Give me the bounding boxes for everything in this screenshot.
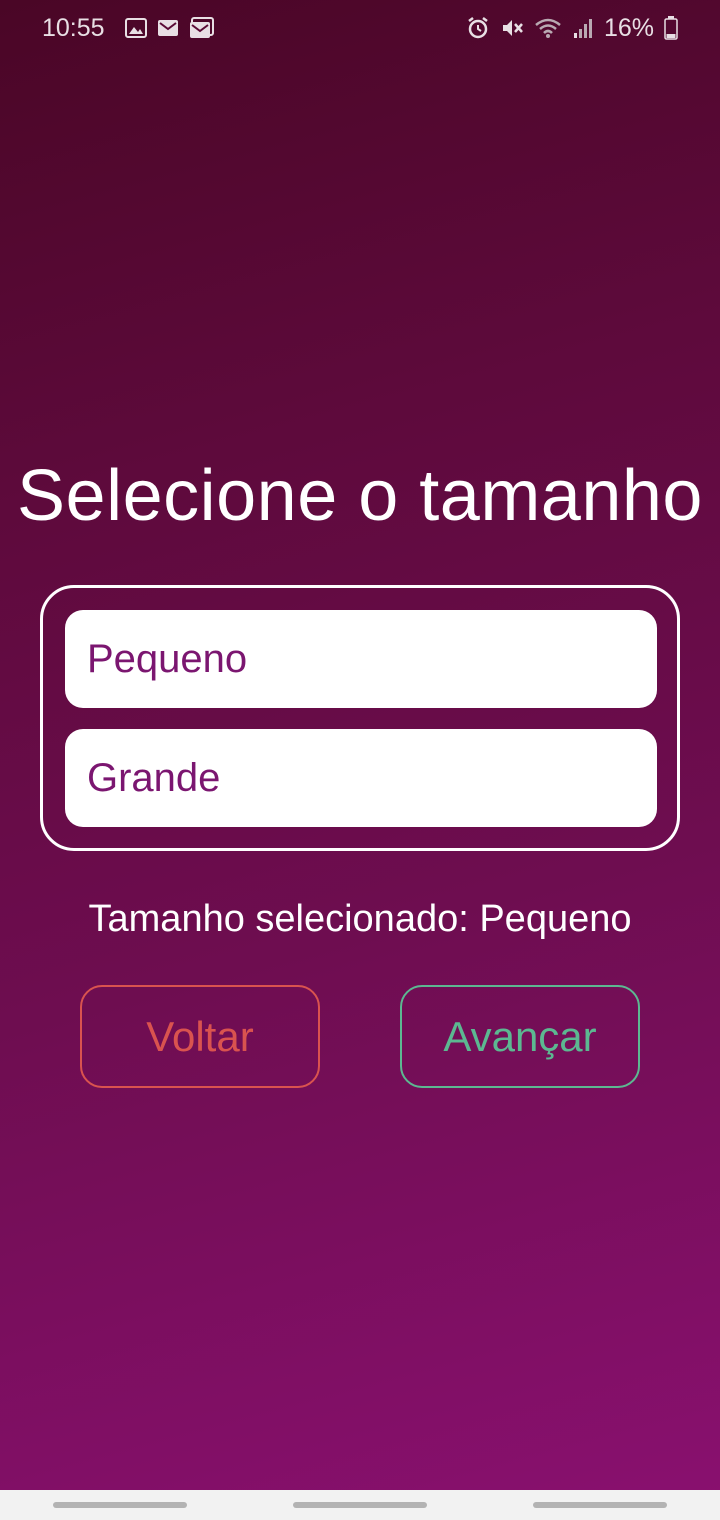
gmail-icon	[157, 19, 179, 37]
status-right: 16%	[466, 14, 678, 43]
battery-percent: 16%	[603, 13, 654, 42]
navigation-bar	[0, 1490, 720, 1520]
image-icon	[124, 18, 147, 38]
size-options-group: Pequeno Grande	[40, 585, 680, 851]
wifi-icon	[534, 17, 562, 39]
status-time: 10:55	[42, 13, 105, 42]
nav-home-handle[interactable]	[293, 1502, 427, 1508]
alarm-icon	[466, 16, 490, 40]
status-left: 10:55	[42, 14, 215, 43]
status-bar: 10:55 16%	[0, 0, 720, 56]
signal-icon	[572, 17, 594, 39]
back-button[interactable]: Voltar	[80, 985, 320, 1088]
gmail-icon	[189, 17, 215, 39]
option-pequeno[interactable]: Pequeno	[65, 610, 657, 708]
battery-icon	[664, 16, 678, 40]
next-button[interactable]: Avançar	[400, 985, 640, 1088]
nav-back-handle[interactable]	[533, 1502, 667, 1508]
nav-recent-handle[interactable]	[53, 1502, 187, 1508]
option-grande[interactable]: Grande	[65, 729, 657, 827]
mute-icon	[500, 16, 524, 40]
selected-size-text: Tamanho selecionado: Pequeno	[88, 898, 632, 940]
page-title: Selecione o tamanho	[17, 456, 703, 536]
